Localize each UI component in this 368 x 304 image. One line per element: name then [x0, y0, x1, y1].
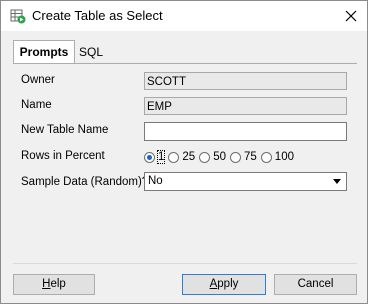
radio-option-1[interactable]: 1 [144, 150, 166, 164]
sample-data-value: No [148, 175, 163, 187]
radio-option-25[interactable]: 25 [168, 151, 195, 163]
radio-icon [230, 151, 241, 163]
prompts-panel: Owner SCOTT Name EMP New Table Name Rows… [13, 63, 357, 264]
radio-selected-icon [144, 151, 155, 163]
tab-sql[interactable]: SQL [77, 41, 105, 63]
new-table-name-input[interactable] [144, 122, 347, 141]
radio-option-50[interactable]: 50 [199, 151, 226, 163]
help-label-rest: elp [50, 278, 66, 290]
table-select-icon [10, 8, 26, 24]
radio-label: 50 [213, 151, 226, 163]
name-field: EMP [144, 97, 347, 115]
radio-label: 100 [274, 151, 294, 163]
rows-in-percent-label: Rows in Percent [21, 150, 105, 162]
dialog-window: Create Table as Select Prompts SQL Owner… [0, 0, 368, 304]
rows-in-percent-radio-group: 1 25 50 75 100 [144, 149, 298, 165]
sample-data-label: Sample Data (Random)? [21, 176, 149, 188]
radio-icon [199, 151, 211, 163]
tab-prompts[interactable]: Prompts [13, 40, 75, 65]
chevron-down-icon [333, 179, 341, 184]
sample-data-select[interactable]: No [144, 172, 347, 191]
window-title: Create Table as Select [32, 8, 163, 23]
radio-label: 25 [182, 151, 196, 163]
cancel-button[interactable]: Cancel [274, 274, 357, 295]
owner-label: Owner [21, 74, 55, 86]
radio-icon [260, 151, 272, 163]
title-bar: Create Table as Select [1, 1, 367, 31]
radio-option-75[interactable]: 75 [230, 151, 257, 163]
radio-label: 1 [156, 150, 166, 164]
help-button[interactable]: Help [13, 274, 95, 295]
footer-divider [13, 263, 357, 264]
radio-icon [168, 151, 180, 163]
apply-button[interactable]: Apply [182, 274, 266, 295]
close-icon[interactable] [339, 4, 363, 28]
radio-option-100[interactable]: 100 [260, 151, 294, 163]
name-label: Name [21, 99, 52, 111]
apply-label-rest: pply [217, 278, 239, 290]
owner-field: SCOTT [144, 72, 347, 90]
radio-label: 75 [244, 151, 257, 163]
new-table-name-label: New Table Name [21, 124, 109, 136]
